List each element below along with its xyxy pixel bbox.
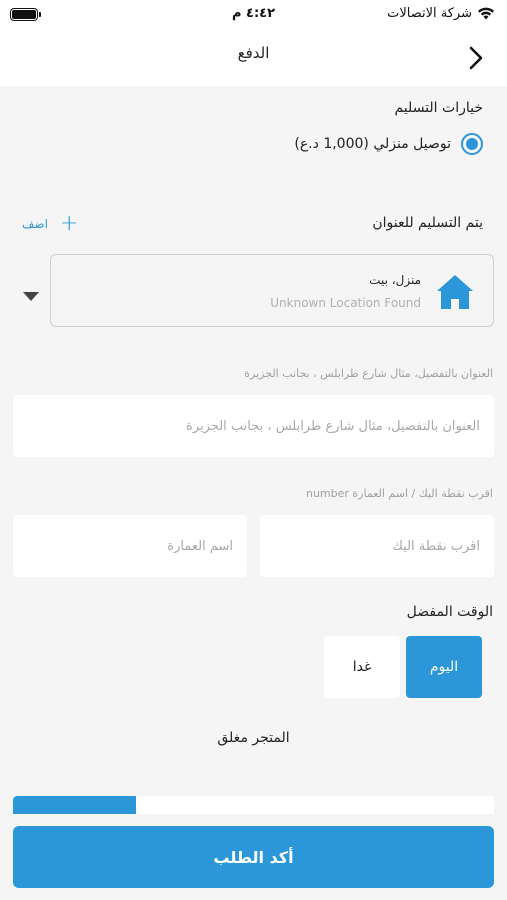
address-card[interactable]: منزل، بيت Unknown Location Found	[50, 254, 494, 327]
address-name: منزل، بيت	[369, 273, 421, 287]
nav-bar: الدفع	[0, 30, 507, 86]
time-option-today[interactable]: اليوم	[406, 636, 482, 698]
address-location: Unknown Location Found	[270, 296, 421, 310]
page-title: الدفع	[237, 44, 270, 62]
dropdown-arrow-icon[interactable]	[23, 292, 39, 301]
store-status: المتجر مغلق	[217, 730, 290, 746]
delivery-option-label: توصيل منزلي (1,000 د.ع)	[294, 136, 451, 152]
address-detail-placeholder: العنوان بالتفصيل، مثال شارع طرابلس ، بجا…	[186, 418, 480, 434]
clock: ٤:٤٢ م	[231, 6, 276, 21]
landmark-caption: اقرب نقطة اليك / اسم العمارة number	[305, 487, 493, 500]
status-bar: شركة الاتصالات ٤:٤٢ م	[0, 0, 507, 30]
address-heading: يتم التسليم للعنوان	[372, 215, 483, 231]
address-detail-input[interactable]: العنوان بالتفصيل، مثال شارع طرابلس ، بجا…	[13, 395, 494, 457]
delivery-options-heading: خيارات التسليم	[394, 100, 483, 116]
time-option-tomorrow[interactable]: غدا	[324, 636, 400, 698]
plus-icon: +	[59, 211, 79, 236]
landmark-input[interactable]: اقرب نقطة اليك	[260, 515, 494, 577]
address-detail-caption: العنوان بالتفصيل، مثال شارع طرابلس ، بجا…	[244, 367, 493, 380]
add-address-label: اضف	[22, 217, 48, 231]
confirm-order-button[interactable]: أكد الطلب	[13, 826, 494, 888]
preferred-time-heading: الوقت المفضل	[406, 604, 493, 620]
chevron-right-icon[interactable]	[465, 44, 487, 72]
home-icon	[437, 275, 473, 309]
add-address-button[interactable]: اضف +	[22, 213, 78, 235]
radio-selected-icon[interactable]	[461, 133, 483, 155]
building-input[interactable]: اسم العمارة	[13, 515, 247, 577]
building-placeholder: اسم العمارة	[167, 538, 233, 554]
battery-icon	[10, 8, 41, 21]
progress-fill	[13, 796, 136, 814]
landmark-placeholder: اقرب نقطة اليك	[392, 538, 480, 554]
progress-bar	[13, 796, 494, 814]
delivery-option-home[interactable]: توصيل منزلي (1,000 د.ع)	[294, 133, 483, 155]
